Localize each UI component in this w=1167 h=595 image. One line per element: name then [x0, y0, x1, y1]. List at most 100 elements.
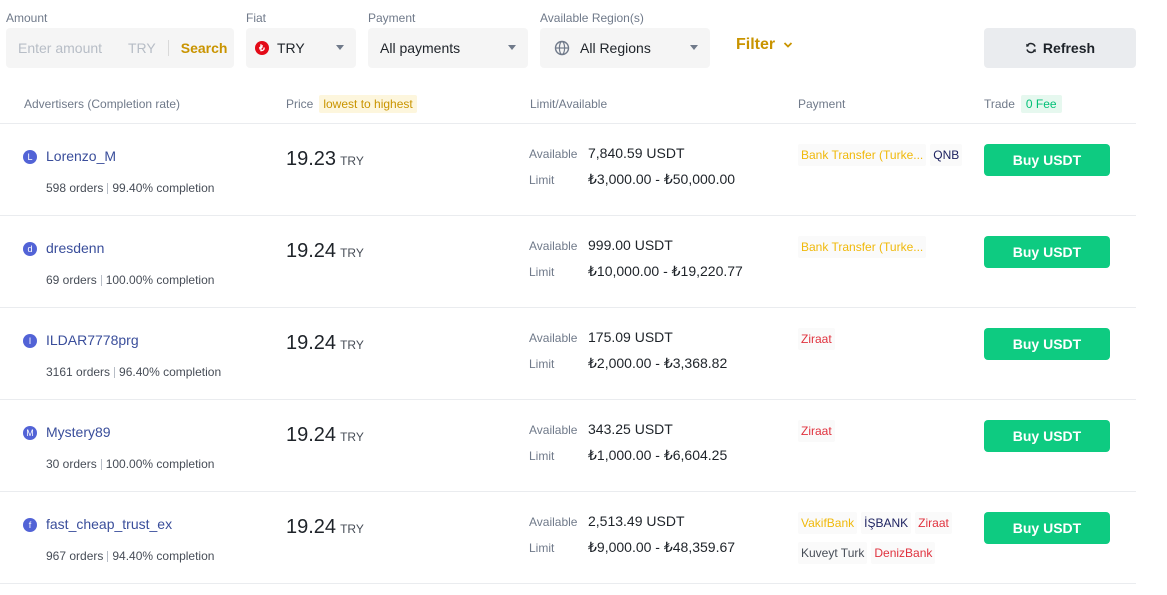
advertiser-name[interactable]: ILDAR7778prg	[46, 332, 139, 348]
table-header: Advertisers (Completion rate) Price lowes…	[0, 88, 1136, 124]
price: 19.24 TRY	[286, 332, 364, 355]
stats-divider	[107, 182, 109, 194]
region-label: Available Region(s)	[540, 11, 644, 25]
price-value: 19.24	[286, 332, 337, 354]
fiat-label: Fiat	[246, 11, 267, 25]
amount-label: Amount	[6, 11, 48, 25]
limit-label: Limit	[529, 173, 555, 187]
header-trade: Trade 0 Fee	[984, 95, 1062, 113]
completion-rate: 96.40% completion	[119, 365, 222, 379]
available-label: Available	[529, 331, 578, 345]
payment-method-tag: Kuveyt Turk	[798, 542, 868, 564]
available-value: 7,840.59 USDT	[588, 145, 685, 161]
payment-methods: Bank Transfer (Turke... QNB	[798, 144, 968, 166]
payment-methods: VakifBank İŞBANK Ziraat Kuveyt Turk DenizBan…	[798, 512, 968, 564]
buy-usdt-button[interactable]: Buy USDT	[984, 236, 1110, 268]
search-button[interactable]: Search	[181, 40, 228, 56]
advertiser-name[interactable]: dresdenn	[46, 240, 104, 256]
limit-label: Limit	[529, 265, 555, 279]
refresh-button[interactable]: Refresh	[984, 28, 1136, 68]
buy-usdt-button[interactable]: Buy USDT	[984, 328, 1110, 360]
amount-divider	[167, 40, 169, 56]
limit-label: Limit	[529, 449, 555, 463]
price: 19.24 TRY	[286, 240, 364, 263]
payment-label: Payment	[368, 11, 416, 25]
available-value: 999.00 USDT	[588, 237, 673, 253]
stats-divider	[100, 458, 102, 470]
available-label: Available	[529, 515, 578, 529]
advertiser-stats: 30 orders 100.00% completion	[46, 457, 214, 471]
chevron-down-icon	[508, 45, 516, 50]
payment-select[interactable]: All payments	[368, 28, 528, 68]
advertiser-stats: 598 orders 99.40% completion	[46, 181, 214, 195]
order-count: 3161 orders	[46, 365, 111, 379]
chevron-down-icon	[783, 42, 793, 48]
limit-value: ₺1,000.00 - ₺6,604.25	[588, 447, 728, 463]
header-advertisers: Advertisers (Completion rate)	[24, 97, 181, 111]
avatar: I	[23, 334, 37, 348]
buy-usdt-button[interactable]: Buy USDT	[984, 512, 1110, 544]
amount-currency: TRY	[128, 40, 156, 56]
advertiser-stats: 3161 orders 96.40% completion	[46, 365, 221, 379]
available-label: Available	[529, 147, 578, 161]
amount-field[interactable]: TRY Search	[6, 28, 234, 68]
available-label: Available	[529, 423, 578, 437]
completion-rate: 100.00% completion	[105, 273, 215, 287]
payment-method-tag: DenizBank	[871, 542, 936, 564]
chevron-down-icon	[690, 45, 698, 50]
advertiser-stats: 69 orders 100.00% completion	[46, 273, 214, 287]
globe-icon	[554, 40, 570, 56]
table-row: L Lorenzo_M 598 orders 99.40% completion 19.…	[0, 124, 1136, 216]
buy-usdt-button[interactable]: Buy USDT	[984, 420, 1110, 452]
table-row: f fast_cheap_trust_ex 967 orders 94.40% com…	[0, 492, 1136, 584]
buy-usdt-button[interactable]: Buy USDT	[984, 144, 1110, 176]
completion-rate: 94.40% completion	[112, 549, 215, 563]
advertiser-name[interactable]: Mystery89	[46, 424, 111, 440]
avatar: M	[23, 426, 37, 440]
try-flag-icon: ₺	[255, 41, 269, 55]
price-value: 19.24	[286, 424, 337, 446]
payment-method-tag: Ziraat	[798, 420, 835, 442]
payment-method-tag: QNB	[930, 144, 963, 166]
price-currency: TRY	[340, 246, 364, 260]
price-value: 19.24	[286, 516, 337, 538]
filter-button[interactable]: Filter	[736, 36, 793, 54]
available-value: 343.25 USDT	[588, 421, 673, 437]
region-value: All Regions	[580, 40, 651, 56]
table-row: M Mystery89 30 orders 100.00% completion 19.…	[0, 400, 1136, 492]
available-value: 175.09 USDT	[588, 329, 673, 345]
region-select[interactable]: All Regions	[540, 28, 710, 68]
header-price-label: Price	[286, 97, 314, 111]
price-sort-toggle[interactable]: lowest to highest	[319, 95, 417, 113]
stats-divider	[114, 366, 116, 378]
avatar: d	[23, 242, 37, 256]
price-value: 19.23	[286, 148, 337, 170]
chevron-down-icon	[336, 45, 344, 50]
amount-input[interactable]	[18, 40, 118, 56]
advertiser-stats: 967 orders 94.40% completion	[46, 549, 214, 563]
price-value: 19.24	[286, 240, 337, 262]
available-label: Available	[529, 239, 578, 253]
fee-badge: 0 Fee	[1020, 95, 1062, 113]
price: 19.24 TRY	[286, 424, 364, 447]
order-count: 967 orders	[46, 549, 104, 563]
payment-method-tag: İŞBANK	[861, 512, 912, 534]
header-payment: Payment	[798, 97, 846, 111]
fiat-select[interactable]: ₺ TRY	[246, 28, 356, 68]
price-currency: TRY	[340, 430, 364, 444]
filter-bar: Amount TRY Search Fiat ₺ TRY Payment All…	[0, 0, 1167, 80]
payment-method-tag: Ziraat	[798, 328, 835, 350]
available-value: 2,513.49 USDT	[588, 513, 685, 529]
limit-value: ₺10,000.00 - ₺19,220.77	[588, 263, 743, 279]
refresh-icon	[1026, 42, 1036, 54]
fiat-value: TRY	[277, 40, 305, 56]
price: 19.23 TRY	[286, 148, 364, 171]
price-currency: TRY	[340, 154, 364, 168]
payment-method-tag: Bank Transfer (Turke...	[798, 236, 927, 258]
advertiser-name[interactable]: Lorenzo_M	[46, 148, 116, 164]
advertiser-name[interactable]: fast_cheap_trust_ex	[46, 516, 172, 532]
completion-rate: 100.00% completion	[105, 457, 215, 471]
header-limit: Limit/Available	[530, 97, 608, 111]
limit-value: ₺3,000.00 - ₺50,000.00	[588, 171, 736, 187]
payment-value: All payments	[380, 40, 461, 56]
